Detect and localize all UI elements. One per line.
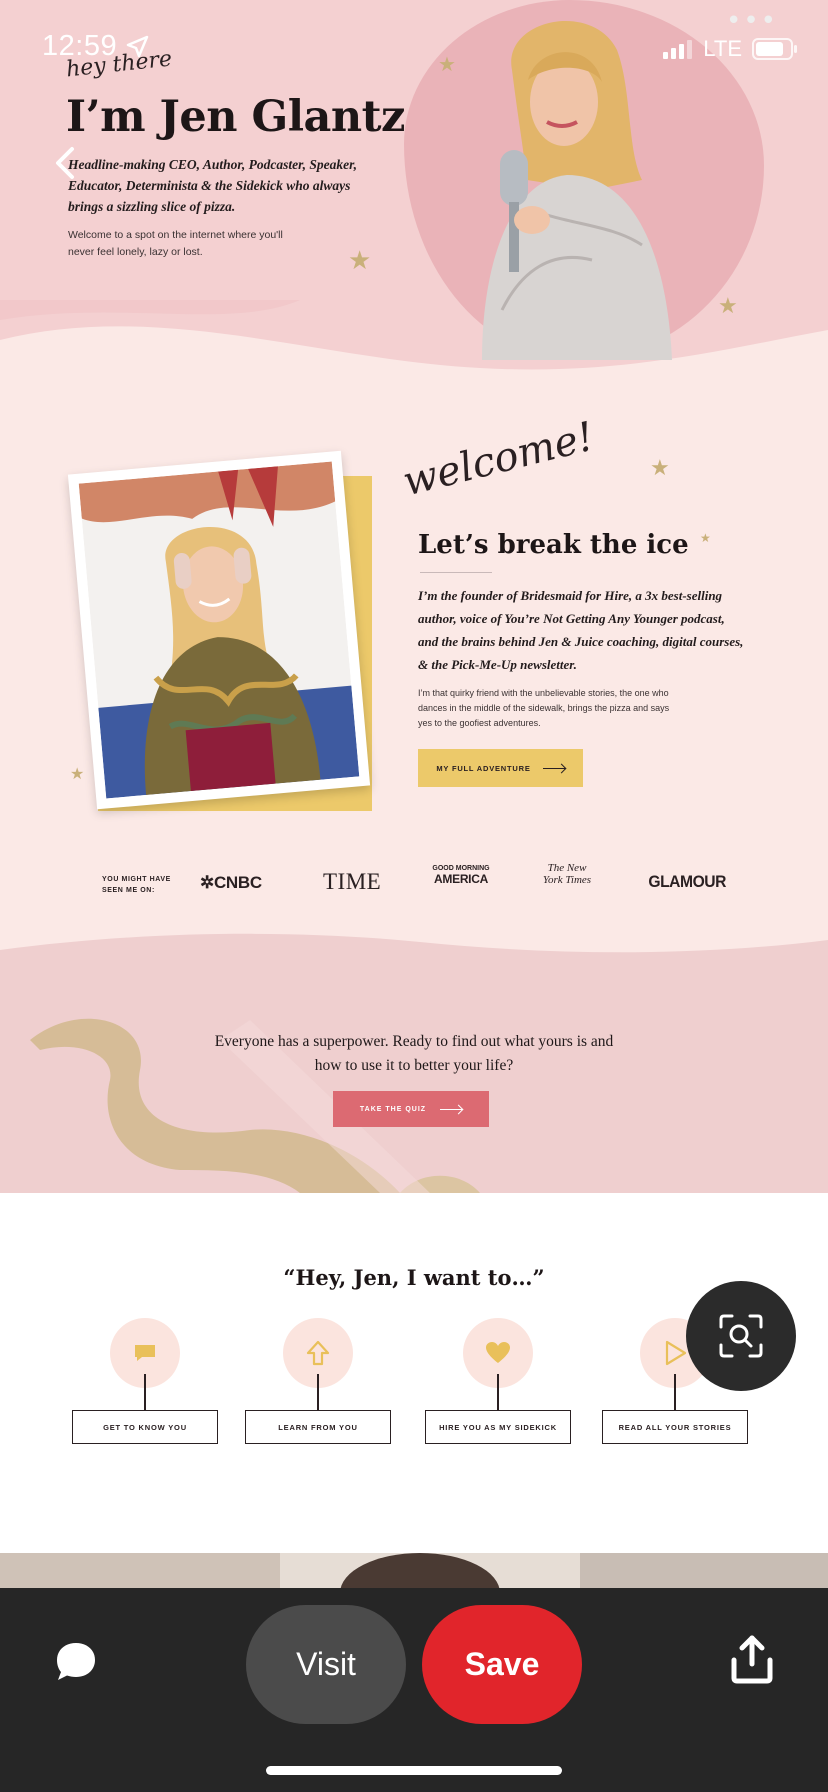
welcome-small-text: I’m that quirky friend with the unbeliev… (418, 688, 670, 728)
connector-line (144, 1374, 146, 1410)
hero-subtext: Welcome to a spot on the internet where … (68, 229, 283, 258)
take-the-quiz-button[interactable]: TAKE THE QUIZ (333, 1091, 489, 1127)
peacock-icon: ✲ (200, 873, 214, 892)
comment-icon[interactable] (54, 1640, 98, 1684)
signal-bars-icon (663, 40, 693, 59)
my-full-adventure-button[interactable]: MY FULL ADVENTURE (418, 749, 583, 787)
star-decoration: ★ (438, 52, 456, 76)
want-item-get-to-know[interactable]: GET TO KNOW YOU (72, 1318, 218, 1448)
connector-line (317, 1374, 319, 1410)
quiz-prompt: Everyone has a superpower. Ready to find… (214, 1033, 614, 1074)
hero-title: I’m Jen Glantz (66, 92, 405, 142)
star-decoration: ★ (650, 456, 670, 481)
welcome-section: welcome! Let’s break the ice I’m the fou… (0, 400, 828, 980)
more-options-icon[interactable]: ••• (726, 6, 778, 36)
gma-logo: GOOD MORNING AMERICA (432, 865, 490, 886)
star-decoration: ★ (348, 246, 372, 276)
connector-line (497, 1374, 499, 1410)
jen-headphones-photo (67, 450, 371, 810)
bottom-action-bar: Visit Save (0, 1588, 828, 1792)
status-indicators: LTE (663, 36, 798, 62)
cnbc-logo: ✲CNBC (200, 873, 262, 892)
time-logo: TIME (323, 869, 382, 894)
welcome-bold-text: I’m the founder of Bridesmaid for Hire, … (418, 588, 744, 672)
arrow-right-icon (440, 1108, 463, 1110)
home-indicator (266, 1766, 562, 1775)
location-arrow-icon (126, 35, 149, 57)
glamour-logo: GLAMOUR (648, 872, 726, 891)
share-icon[interactable] (728, 1634, 776, 1686)
glitter-decoration (30, 1018, 480, 1193)
jen-portrait-photo (482, 21, 672, 360)
want-button[interactable]: LEARN FROM YOU (245, 1410, 391, 1444)
star-decoration: ★ (718, 294, 738, 319)
welcome-title: Let’s break the ice (418, 530, 689, 560)
want-item-hire[interactable]: HIRE YOU AS MY SIDEKICK (425, 1318, 571, 1448)
press-label: YOU MIGHT HAVE SEEN ME ON: (102, 876, 171, 894)
press-logos-row: YOU MIGHT HAVE SEEN ME ON: ✲CNBC TIME GO… (0, 860, 828, 920)
connector-line (674, 1374, 676, 1410)
pin-closeup-page: hey there I’m Jen Glantz Headline-making… (0, 0, 828, 1792)
hero-description: Headline-making CEO, Author, Podcaster, … (68, 157, 358, 214)
back-chevron-icon[interactable] (52, 145, 80, 181)
button-label: MY FULL ADVENTURE (436, 763, 531, 773)
wants-title: “Hey, Jen, I want to…” (283, 1265, 545, 1290)
save-button[interactable]: Save (422, 1605, 582, 1724)
battery-icon (752, 38, 797, 60)
star-decoration: ★ (70, 764, 85, 783)
network-type: LTE (703, 36, 742, 61)
title-divider (420, 572, 492, 573)
want-button[interactable]: READ ALL YOUR STORIES (602, 1410, 748, 1444)
welcome-script-text: welcome! (398, 413, 599, 506)
visual-search-button[interactable] (686, 1281, 796, 1391)
status-time: 12:59 (42, 30, 149, 63)
star-decoration: ★ (700, 531, 711, 545)
visit-button[interactable]: Visit (246, 1605, 406, 1724)
want-button[interactable]: GET TO KNOW YOU (72, 1410, 218, 1444)
want-item-learn[interactable]: LEARN FROM YOU (245, 1318, 391, 1448)
lens-search-icon (719, 1314, 763, 1358)
button-label: TAKE THE QUIZ (359, 1105, 427, 1113)
arrow-right-icon (542, 767, 565, 769)
want-button[interactable]: HIRE YOU AS MY SIDEKICK (425, 1410, 571, 1444)
nyt-logo: The New York Times (542, 862, 592, 886)
quiz-section: Everyone has a superpower. Ready to find… (0, 980, 828, 1193)
